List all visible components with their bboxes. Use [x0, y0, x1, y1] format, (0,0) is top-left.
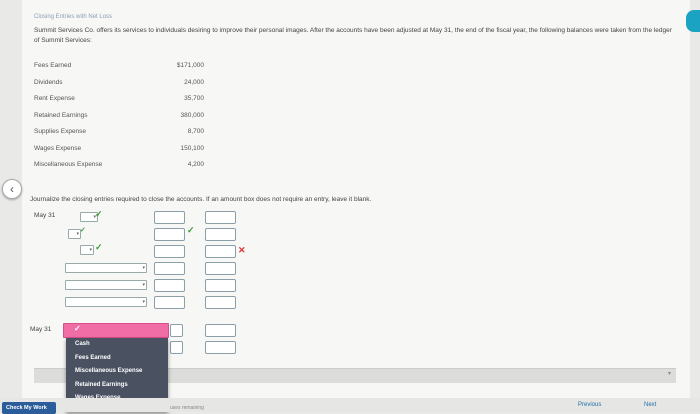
- ledger-name: Retained Earnings: [34, 111, 88, 119]
- chevron-down-icon: ▾: [142, 299, 145, 305]
- dropdown-option[interactable]: Cash: [66, 338, 168, 352]
- debit-amount-field[interactable]: [154, 296, 185, 309]
- debit-amount-field[interactable]: [154, 262, 185, 275]
- chevron-left-icon: ‹: [10, 182, 14, 196]
- credit-amount-field[interactable]: [205, 245, 236, 258]
- ledger-row: Fees Earned $171,000: [34, 62, 204, 79]
- credit-amount-field[interactable]: [205, 341, 236, 354]
- account-dropdown-open[interactable]: ✓: [63, 323, 169, 338]
- incorrect-x-icon: ✕: [238, 245, 246, 255]
- debit-amount-field[interactable]: [154, 245, 185, 258]
- chevron-down-icon: ▾: [89, 247, 92, 253]
- ledger-value: $171,000: [176, 62, 204, 69]
- problem-description: Summit Services Co. offers its services …: [34, 27, 672, 44]
- credit-amount-field[interactable]: [205, 296, 236, 309]
- ledger-value: 380,000: [180, 111, 205, 119]
- ledger-row: Retained Earnings 380,000: [34, 112, 204, 129]
- side-tab[interactable]: [686, 10, 700, 32]
- credit-amount-field[interactable]: [205, 228, 236, 241]
- ledger-value: 150,100: [180, 144, 205, 152]
- credit-amount-field[interactable]: [205, 324, 236, 337]
- instruction-text: Journalize the closing entries required …: [30, 196, 372, 203]
- correct-check-icon: ✓: [80, 227, 86, 234]
- dropdown-option[interactable]: Retained Earnings: [66, 379, 168, 393]
- chevron-down-icon: ▾: [142, 282, 145, 288]
- debit-amount-field[interactable]: [154, 228, 185, 241]
- correct-check-icon: ✓: [95, 242, 103, 252]
- ledger-row: Supplies Expense 8,700: [34, 128, 204, 145]
- entry-date: May 31: [30, 326, 52, 333]
- ledger-name: Rent Expense: [34, 95, 75, 102]
- chevron-down-icon: ▾: [142, 265, 145, 271]
- correct-check-icon: ✓: [187, 225, 195, 235]
- debit-amount-field[interactable]: [170, 324, 183, 337]
- debit-amount-field[interactable]: [154, 211, 185, 224]
- account-select[interactable]: ▾: [65, 263, 147, 273]
- check-my-work-button[interactable]: Check My Work: [2, 402, 56, 414]
- correct-check-icon: ✓: [74, 324, 81, 333]
- ledger-value: 4,200: [187, 161, 204, 168]
- page-title: Closing Entries with Net Loss: [34, 14, 113, 20]
- account-select[interactable]: ▾: [65, 297, 147, 307]
- credit-amount-field[interactable]: [205, 211, 236, 224]
- dropdown-option[interactable]: Miscellaneous Expense: [66, 365, 168, 379]
- ledger-name: Miscellaneous Expense: [34, 161, 103, 168]
- ledger-row: Rent Expense 35,700: [34, 95, 204, 112]
- ledger-name: Wages Expense: [34, 144, 82, 152]
- debit-amount-field[interactable]: [154, 279, 185, 292]
- ledger-row: Dividends 24,000: [34, 79, 204, 96]
- ledger-row: Wages Expense 150,100: [34, 145, 204, 162]
- back-button[interactable]: ‹: [2, 179, 22, 199]
- ledger-name: Supplies Expense: [34, 128, 87, 135]
- next-button[interactable]: Next: [644, 402, 656, 408]
- account-select[interactable]: ▾: [80, 245, 94, 255]
- chevron-down-icon: ▾: [76, 231, 79, 237]
- dropdown-option[interactable]: Fees Earned: [66, 352, 168, 366]
- ledger-value: 24,000: [184, 78, 204, 86]
- account-select[interactable]: ▾: [65, 280, 147, 290]
- ledger-row: Miscellaneous Expense 4,200: [34, 161, 204, 178]
- ledger-value: 8,700: [187, 128, 204, 135]
- credit-amount-field[interactable]: [205, 279, 236, 292]
- previous-button[interactable]: Previous: [578, 402, 601, 408]
- ledger-name: Fees Earned: [34, 62, 72, 69]
- ledger-name: Dividends: [34, 78, 63, 86]
- debit-amount-field[interactable]: [170, 341, 183, 354]
- ledger-value: 35,700: [184, 95, 204, 102]
- caret-icon: ▾: [668, 371, 672, 377]
- credit-amount-field[interactable]: [205, 262, 236, 275]
- correct-check-icon: ✓: [95, 209, 103, 219]
- ledger-balances: Fees Earned $171,000 Dividends 24,000 Re…: [34, 62, 204, 178]
- attempts-remaining: uses remaining: [170, 405, 204, 411]
- entry-date: May 31: [34, 212, 56, 219]
